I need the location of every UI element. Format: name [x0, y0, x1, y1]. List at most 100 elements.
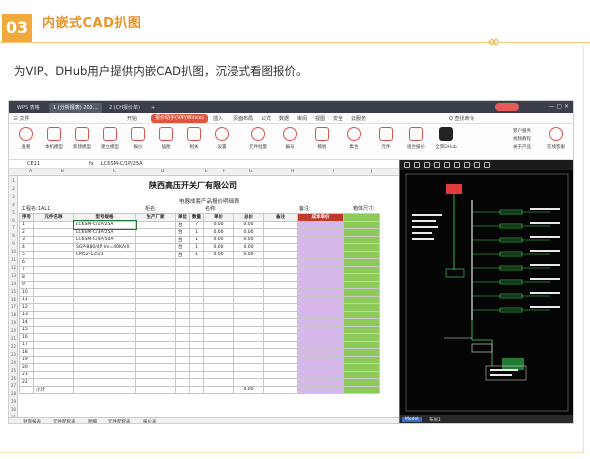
row-number[interactable]: 15 — [9, 289, 18, 294]
menu-layout[interactable]: 页面布局 — [233, 115, 253, 122]
table-cell[interactable] — [343, 220, 380, 229]
table-cell[interactable]: 2 — [19, 228, 34, 237]
table-cell[interactable]: 0.00 — [233, 228, 264, 237]
header-cell[interactable]: 型号规格 — [73, 213, 136, 222]
table-cell[interactable] — [263, 280, 298, 289]
table-cell[interactable] — [33, 258, 74, 267]
table-cell[interactable] — [33, 333, 74, 342]
ribbon-button[interactable]: 组合报价 — [403, 127, 429, 150]
table-cell[interactable] — [263, 378, 298, 387]
row-number[interactable]: 4 — [9, 202, 18, 207]
row-number[interactable]: 21 — [9, 336, 18, 341]
table-cell[interactable] — [33, 340, 74, 349]
table-cell[interactable] — [233, 340, 264, 349]
table-cell[interactable] — [135, 348, 176, 357]
table-cell[interactable] — [189, 295, 204, 304]
ribbon-button[interactable]: 设置 — [209, 127, 235, 150]
table-cell[interactable] — [135, 235, 176, 244]
table-cell[interactable] — [73, 303, 136, 312]
table-cell[interactable] — [33, 363, 74, 372]
table-cell[interactable] — [135, 280, 176, 289]
table-cell[interactable] — [189, 273, 204, 282]
table-cell[interactable] — [203, 333, 234, 342]
table-cell[interactable] — [263, 363, 298, 372]
row-number[interactable]: 13 — [9, 273, 18, 278]
table-cell[interactable] — [263, 288, 298, 297]
row-number[interactable]: 25 — [9, 368, 18, 373]
table-cell[interactable]: 19 — [19, 355, 34, 364]
table-cell[interactable] — [343, 250, 380, 259]
table-cell[interactable]: 15 — [19, 325, 34, 334]
table-cell[interactable] — [175, 363, 190, 372]
table-cell[interactable]: CM52-125/3 — [73, 250, 136, 259]
menu-quote-assistant[interactable]: 报价助手(VIP/Wince) — [151, 114, 208, 123]
row-number[interactable]: 3 — [9, 194, 18, 199]
table-cell[interactable] — [203, 273, 234, 282]
row-number[interactable]: 28 — [9, 391, 18, 396]
pan-icon[interactable] — [424, 162, 430, 168]
table-cell[interactable] — [343, 295, 380, 304]
table-cell[interactable] — [263, 333, 298, 342]
tab-report-1[interactable]: 1 (分析报表) 202... — [49, 103, 102, 113]
table-cell[interactable] — [203, 348, 234, 357]
table-cell[interactable] — [189, 348, 204, 357]
table-cell[interactable] — [203, 303, 234, 312]
table-cell[interactable] — [189, 363, 204, 372]
spreadsheet[interactable]: ABCDEFGHIJ 1 2 3 4 5 6 7 8 9 10 11 12 13 14 15 16 17 18 19… — [9, 169, 399, 423]
table-cell[interactable] — [189, 378, 204, 387]
table-cell[interactable]: 20 — [19, 363, 34, 372]
table-cell[interactable] — [233, 333, 264, 342]
table-cell[interactable] — [73, 340, 136, 349]
row-number[interactable]: 30 — [9, 407, 18, 412]
column-letter[interactable]: E — [205, 169, 208, 174]
table-cell[interactable] — [233, 363, 264, 372]
row-number[interactable]: 8 — [9, 233, 18, 238]
table-cell[interactable] — [263, 235, 298, 244]
table-cell[interactable] — [343, 385, 380, 394]
table-cell[interactable] — [233, 280, 264, 289]
row-number[interactable]: 16 — [9, 297, 18, 302]
table-cell[interactable]: 16 — [19, 333, 34, 342]
about-link[interactable]: 关于产品 — [513, 144, 531, 152]
column-letter[interactable]: I — [333, 169, 334, 174]
table-cell[interactable] — [263, 318, 298, 327]
table-cell[interactable] — [175, 325, 190, 334]
table-cell[interactable] — [175, 340, 190, 349]
header-cell[interactable]: 生产厂家 — [135, 213, 176, 222]
table-cell[interactable] — [73, 325, 136, 334]
table-cell[interactable]: 1 — [189, 228, 204, 237]
table-cell[interactable] — [175, 303, 190, 312]
table-cell[interactable] — [135, 243, 176, 252]
table-cell[interactable]: 0.00 — [233, 250, 264, 259]
table-cell[interactable]: 台 — [175, 235, 190, 244]
table-cell[interactable] — [297, 295, 344, 304]
table-cell[interactable] — [33, 295, 74, 304]
menu-review[interactable]: 审阅 — [297, 115, 307, 122]
table-cell[interactable] — [343, 318, 380, 327]
table-cell[interactable] — [203, 288, 234, 297]
table-cell[interactable] — [73, 318, 136, 327]
table-cell[interactable] — [203, 295, 234, 304]
table-cell[interactable] — [343, 228, 380, 237]
table-cell[interactable] — [297, 303, 344, 312]
table-cell[interactable] — [189, 258, 204, 267]
table-cell[interactable] — [297, 325, 344, 334]
table-cell[interactable]: 台 — [175, 228, 190, 237]
tab-model[interactable]: Model — [402, 417, 422, 422]
extract-icon[interactable] — [474, 162, 480, 168]
table-cell[interactable] — [233, 273, 264, 282]
menu-security[interactable]: 安全 — [333, 115, 343, 122]
table-cell[interactable] — [343, 258, 380, 267]
table-cell[interactable] — [233, 310, 264, 319]
table-cell[interactable] — [135, 220, 176, 229]
table-cell[interactable] — [135, 273, 176, 282]
ribbon-button[interactable]: 报价 — [125, 127, 151, 150]
table-cell[interactable] — [135, 378, 176, 387]
table-cell[interactable] — [33, 303, 74, 312]
table-cell[interactable] — [233, 370, 264, 379]
table-cell[interactable] — [297, 378, 344, 387]
table-cell[interactable] — [297, 310, 344, 319]
table-cell[interactable]: 1 — [189, 250, 204, 259]
table-cell[interactable] — [297, 228, 344, 237]
row-number[interactable]: 7 — [9, 225, 18, 230]
